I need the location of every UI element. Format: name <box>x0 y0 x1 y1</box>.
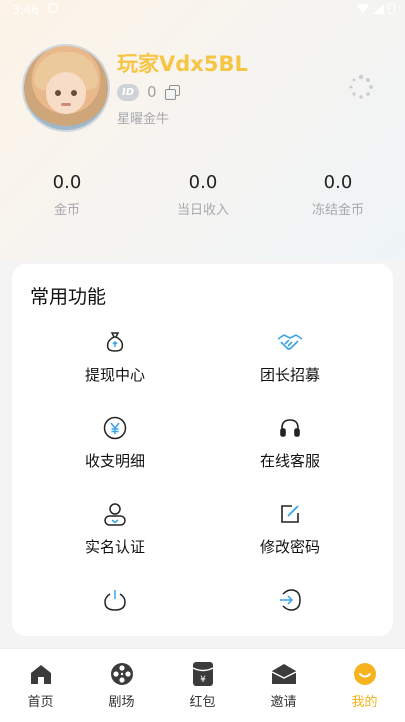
tab-label: 邀请 <box>270 695 297 710</box>
user-verify-icon <box>101 500 129 528</box>
red-envelope-icon: ¥ <box>190 661 216 687</box>
svg-text:¥: ¥ <box>200 675 206 685</box>
function-label: 提现中心 <box>84 366 145 384</box>
wifi-icon <box>357 3 369 13</box>
stat-label: 金币 <box>53 203 80 218</box>
team-leader-recruit-button[interactable]: 团长招募 <box>195 328 385 385</box>
stat-label: 当日收入 <box>176 203 229 218</box>
stat-value: 0.0 <box>323 172 353 193</box>
copy-icon[interactable] <box>164 85 180 100</box>
battery-icon <box>388 3 395 14</box>
yen-circle-icon <box>101 414 129 442</box>
tab-mine[interactable]: 我的 <box>324 661 405 710</box>
tab-label: 剧场 <box>108 695 135 710</box>
income-expense-details-button[interactable]: 收支明细 <box>20 414 210 471</box>
stat-daily-income: 0.0 当日收入 <box>143 172 263 218</box>
tab-invite[interactable]: 邀请 <box>243 661 324 710</box>
function-label: 修改密码 <box>259 538 320 556</box>
handshake-icon <box>276 328 304 356</box>
functions-card: 常用功能 提现中心 团长招募 收支明细 在线客服 实名认证 修改密码 <box>12 264 393 636</box>
user-id-row: ID 0 <box>117 83 180 101</box>
notification-icon <box>48 3 58 16</box>
signal-icon <box>373 3 384 14</box>
bottom-tab-bar: 首页 剧场 ¥ 红包 邀请 我的 <box>0 648 405 722</box>
avatar[interactable] <box>22 44 110 132</box>
user-id-value: 0 <box>147 83 157 101</box>
tab-theater[interactable]: 剧场 <box>81 661 162 710</box>
loading-icon <box>349 74 373 99</box>
status-icons <box>357 3 395 14</box>
stats-row: 0.0 金币 0.0 当日收入 0.0 冻结金币 <box>0 172 405 222</box>
tab-label: 我的 <box>351 695 378 710</box>
tab-label: 红包 <box>189 695 216 710</box>
logout-icon <box>276 586 304 614</box>
stat-value: 0.0 <box>52 172 82 193</box>
smile-icon <box>352 661 378 687</box>
function-label: 实名认证 <box>84 538 145 556</box>
stat-label: 冻结金币 <box>311 203 364 218</box>
envelope-icon <box>271 661 297 687</box>
stat-value: 0.0 <box>188 172 218 193</box>
user-level: 星曜金牛 <box>117 112 170 127</box>
power-button[interactable] <box>20 586 210 622</box>
change-password-button[interactable]: 修改密码 <box>195 500 385 557</box>
status-time: 3:46 <box>12 3 39 17</box>
stat-frozen-coins: 0.0 冻结金币 <box>278 172 398 218</box>
status-bar: 3:46 <box>0 0 405 22</box>
money-bag-icon <box>101 328 129 356</box>
stat-coins: 0.0 金币 <box>7 172 127 218</box>
tab-home[interactable]: 首页 <box>0 661 81 710</box>
tab-label: 首页 <box>27 695 54 710</box>
functions-title: 常用功能 <box>30 286 107 308</box>
id-badge: ID <box>117 83 139 101</box>
headset-icon <box>276 414 304 442</box>
home-icon <box>28 661 54 687</box>
function-label: 收支明细 <box>84 452 145 470</box>
real-name-verify-button[interactable]: 实名认证 <box>20 500 210 557</box>
power-icon <box>101 586 129 614</box>
username: 玩家Vdx5BL <box>117 52 248 76</box>
tab-red-envelope[interactable]: ¥ 红包 <box>162 661 243 710</box>
online-support-button[interactable]: 在线客服 <box>195 414 385 471</box>
edit-icon <box>276 500 304 528</box>
film-reel-icon <box>109 661 135 687</box>
function-label: 在线客服 <box>259 452 320 470</box>
withdraw-center-button[interactable]: 提现中心 <box>20 328 210 385</box>
logout-button[interactable] <box>195 586 385 622</box>
function-label: 团长招募 <box>259 366 320 384</box>
